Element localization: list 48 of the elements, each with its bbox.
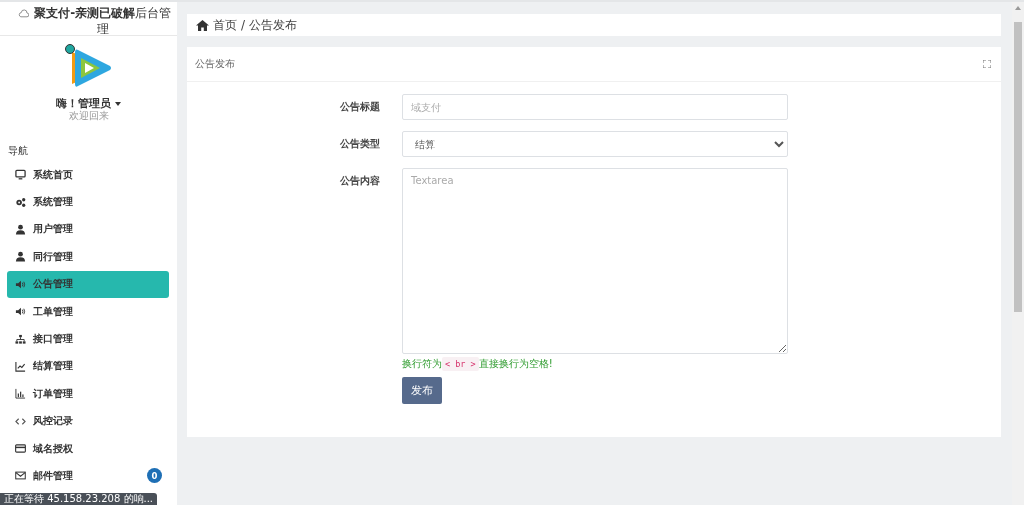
hint-text: 直接换行为空格!: [478, 357, 553, 371]
envelope-icon: [15, 470, 26, 482]
scroll-up-icon[interactable]: [1015, 6, 1021, 10]
home-icon[interactable]: [196, 19, 209, 31]
caret-icon: [115, 101, 121, 106]
app-title: 聚支付-亲测已破解后台管理: [33, 5, 173, 37]
nav-item[interactable]: 结算管理: [7, 352, 169, 381]
card-title: 公告发布: [195, 57, 235, 71]
hint-text: 换行符为: [402, 357, 442, 371]
nav-item[interactable]: 公告管理: [7, 270, 169, 298]
fullscreen-icon[interactable]: [983, 60, 991, 68]
welcome-text: 欢迎回来: [68, 110, 109, 122]
speaker-icon: [15, 278, 26, 290]
user-icon: [15, 223, 26, 235]
field-label: 公告内容: [339, 174, 380, 188]
speaker-icon: [15, 306, 26, 318]
cloud-icon: [18, 9, 30, 18]
monitor-icon: [15, 169, 26, 181]
user-icon: [15, 251, 26, 263]
user-menu[interactable]: 嗨！管理员: [56, 97, 121, 110]
gears-icon: [15, 196, 26, 208]
nav-item[interactable]: 系统首页: [7, 161, 169, 189]
nav-item[interactable]: 用户管理: [7, 215, 169, 244]
content-field[interactable]: Textarea: [402, 168, 788, 354]
breadcrumb-current: 公告发布: [249, 16, 298, 34]
bar-chart-icon: [15, 388, 26, 400]
status-tooltip: 正在等待 45.158.23.208 的响...: [0, 493, 158, 505]
hierarchy-icon: [15, 333, 26, 345]
nav-item[interactable]: 系统管理: [7, 188, 169, 216]
line-chart-icon: [15, 360, 26, 372]
nav-item[interactable]: 风控记录: [7, 407, 169, 435]
code-snippet: < br >: [442, 357, 479, 371]
nav-item[interactable]: 工单管理: [7, 297, 169, 326]
nav-item[interactable]: 邮件管理 0: [7, 462, 169, 490]
nav-item[interactable]: 订单管理: [7, 380, 169, 408]
field-label: 公告标题: [339, 100, 380, 114]
section-heading: 导航: [7, 144, 29, 157]
nav-item[interactable]: 域名授权: [7, 434, 169, 463]
count-badge: 0: [147, 468, 162, 484]
type-dropdown[interactable]: 结算: [402, 131, 788, 157]
nav-item[interactable]: 接口管理: [7, 325, 169, 353]
nav-item[interactable]: 同行管理: [7, 243, 169, 271]
breadcrumb-separator: /: [241, 18, 246, 32]
publish-button[interactable]: 发布: [402, 377, 442, 404]
card-icon: [15, 443, 26, 455]
breadcrumb-link[interactable]: 首页: [213, 16, 237, 34]
title-field[interactable]: 域支付: [402, 94, 788, 120]
field-label: 公告类型: [339, 137, 380, 151]
